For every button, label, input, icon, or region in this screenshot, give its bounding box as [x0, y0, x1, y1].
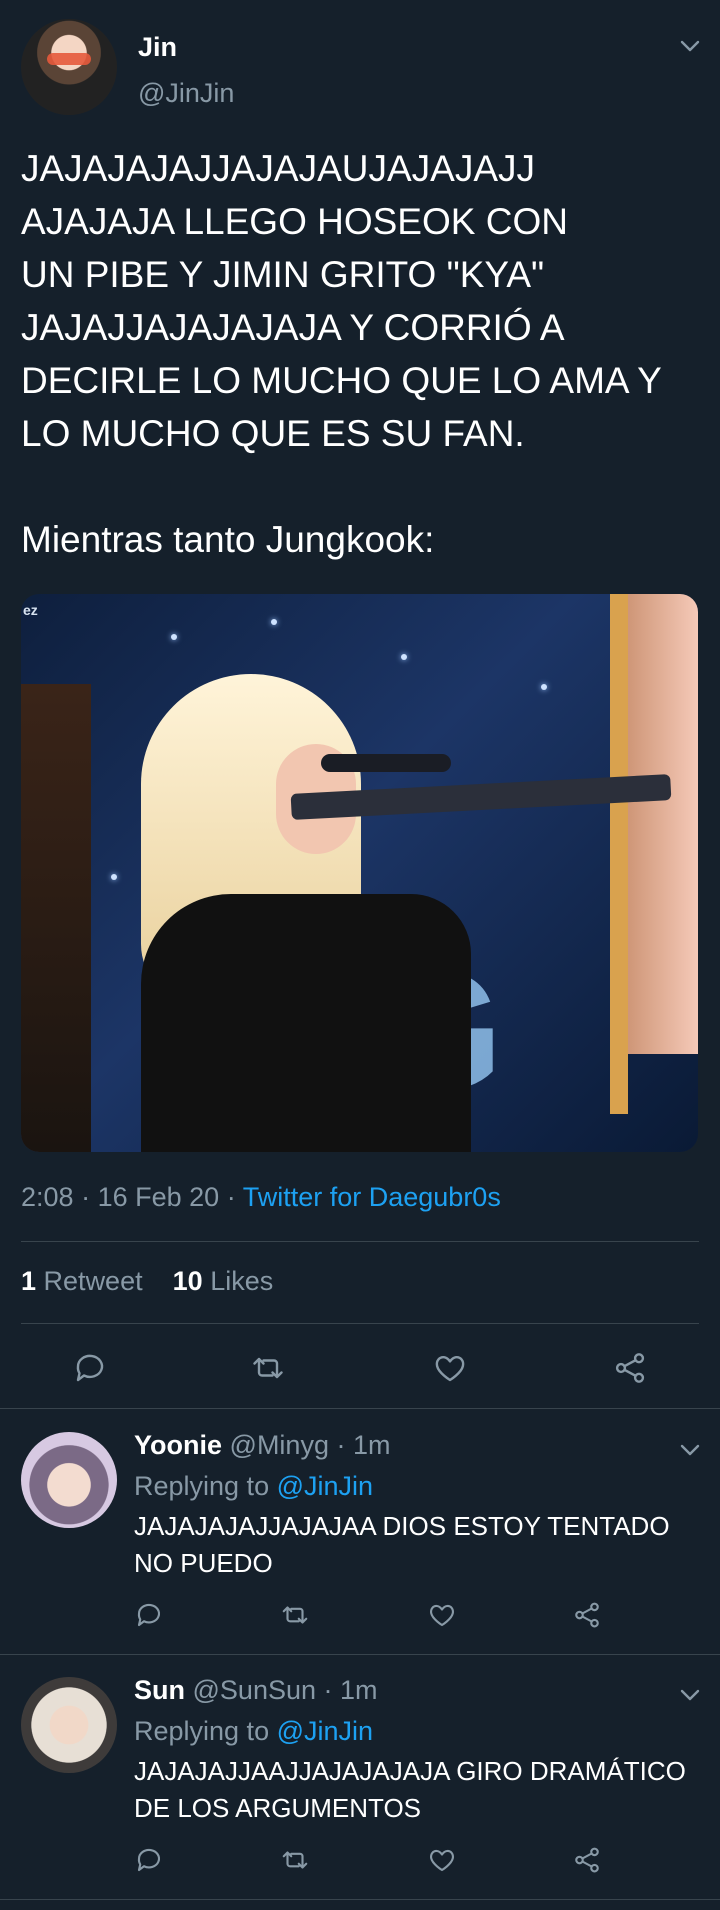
reply-icon[interactable] — [134, 1600, 164, 1630]
media-star — [111, 874, 117, 880]
reply-icon[interactable] — [134, 1845, 164, 1875]
media-person-left — [21, 684, 91, 1152]
reply-actions — [0, 1600, 720, 1636]
reply-text: JAJAJAJJAAJJAJAJAJAJA GIRO DRAMÁTICO DE … — [134, 1756, 686, 1823]
author-handle[interactable]: @JinJin — [138, 78, 234, 109]
reply-author-handle[interactable]: @Minyg — [230, 1430, 329, 1460]
replying-to: Replying to @JinJin — [134, 1471, 373, 1502]
like-icon[interactable] — [432, 1350, 468, 1386]
tweet-media-image[interactable]: G ez — [21, 594, 698, 1152]
avatar-glasses — [47, 53, 91, 65]
reply-time: · 1m — [336, 1430, 391, 1460]
media-star — [271, 619, 277, 625]
likes-count: 10 — [172, 1266, 203, 1296]
media-watermark: ez — [23, 602, 38, 618]
reply-header: Yoonie @Minyg · 1m — [134, 1430, 390, 1461]
chevron-down-icon[interactable] — [678, 1683, 702, 1707]
divider — [21, 1241, 699, 1242]
replying-to-link[interactable]: @JinJin — [277, 1716, 373, 1746]
reply-tweet[interactable]: Sun @SunSun · 1m Replying to @JinJin JAJ… — [0, 1655, 720, 1900]
retweet-icon[interactable] — [250, 1350, 286, 1386]
likes-label: Likes — [210, 1266, 274, 1296]
media-background-panel — [618, 594, 698, 1054]
reply-time: · 1m — [323, 1675, 378, 1705]
reply-author-name[interactable]: Sun — [134, 1675, 185, 1705]
reply-text: JAJAJAJAJJAJAJAA DIOS ESTOY TENTADO NO P… — [134, 1511, 670, 1578]
reply-header: Sun @SunSun · 1m — [134, 1675, 378, 1706]
tweet-text: JAJAJAJAJJAJAJAUJAJAJAJJ AJAJAJA LLEGO H… — [21, 148, 662, 560]
media-body — [141, 894, 471, 1152]
tweet-date: 16 Feb 20 — [97, 1182, 220, 1212]
reply-actions — [0, 1845, 720, 1881]
divider — [0, 1899, 720, 1900]
reply-icon[interactable] — [72, 1350, 108, 1386]
share-icon[interactable] — [572, 1600, 602, 1630]
likes-stat[interactable]: 10 Likes — [173, 1266, 274, 1296]
media-scope — [321, 754, 451, 772]
tweet-time: 2:08 — [21, 1182, 74, 1212]
like-icon[interactable] — [427, 1845, 457, 1875]
avatar[interactable] — [21, 1432, 117, 1528]
meta-dot: · — [226, 1182, 236, 1212]
tweet-meta: 2:08 · 16 Feb 20 · Twitter for Daegubr0s — [21, 1182, 501, 1213]
meta-dot: · — [81, 1182, 91, 1212]
retweets-count: 1 — [21, 1266, 37, 1296]
chevron-down-icon[interactable] — [678, 34, 702, 58]
media-frame — [610, 594, 628, 1114]
chevron-down-icon[interactable] — [678, 1438, 702, 1462]
tweet-source-link[interactable]: Twitter for Daegubr0s — [243, 1182, 501, 1212]
divider — [21, 1323, 699, 1324]
tweet-stats: 1 Retweet 10 Likes — [21, 1266, 273, 1297]
share-icon[interactable] — [572, 1845, 602, 1875]
media-star — [171, 634, 177, 640]
replying-to: Replying to @JinJin — [134, 1716, 373, 1747]
replying-to-label: Replying to — [134, 1716, 270, 1746]
media-star — [401, 654, 407, 660]
media-star — [541, 684, 547, 690]
author-name[interactable]: Jin — [138, 32, 177, 63]
tweet-actions — [0, 1340, 720, 1392]
retweet-icon[interactable] — [280, 1845, 310, 1875]
retweets-label: Retweet — [43, 1266, 143, 1296]
avatar[interactable] — [21, 1677, 117, 1773]
retweet-icon[interactable] — [280, 1600, 310, 1630]
like-icon[interactable] — [427, 1600, 457, 1630]
reply-author-name[interactable]: Yoonie — [134, 1430, 222, 1460]
replying-to-label: Replying to — [134, 1471, 270, 1501]
reply-tweet[interactable]: Yoonie @Minyg · 1m Replying to @JinJin J… — [0, 1410, 720, 1655]
share-icon[interactable] — [612, 1350, 648, 1386]
avatar[interactable] — [21, 19, 117, 115]
divider — [0, 1408, 720, 1409]
replying-to-link[interactable]: @JinJin — [277, 1471, 373, 1501]
retweets-stat[interactable]: 1 Retweet — [21, 1266, 143, 1296]
reply-author-handle[interactable]: @SunSun — [193, 1675, 317, 1705]
